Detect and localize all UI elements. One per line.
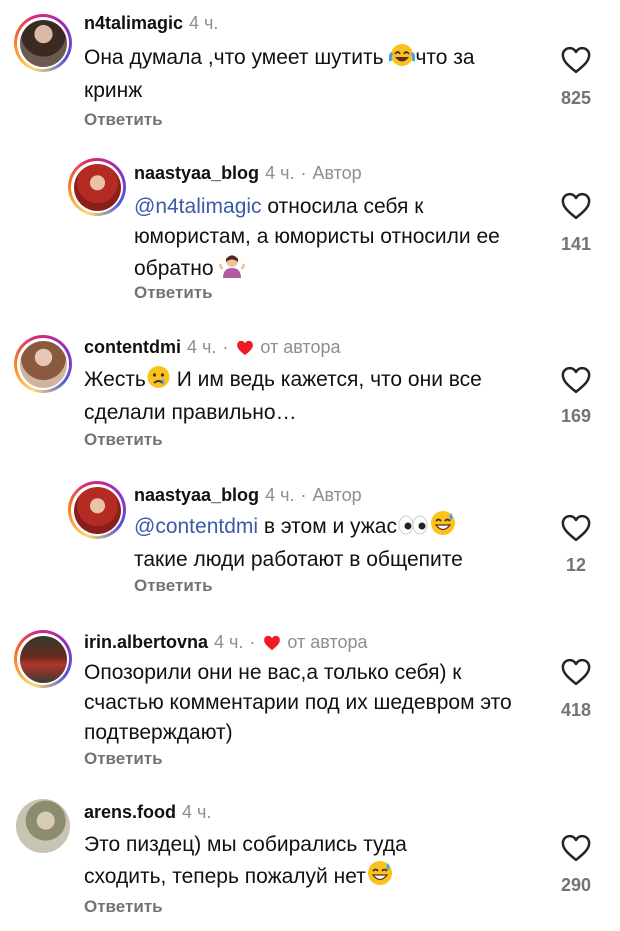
separator: ·	[249, 632, 256, 652]
timestamp: 4 ч.	[265, 163, 295, 183]
like-count: 825	[560, 88, 592, 108]
username[interactable]: naastyaa_blog	[134, 163, 259, 184]
username[interactable]: contentdmi	[84, 337, 181, 358]
heart-outline-icon[interactable]	[561, 46, 591, 74]
laughing-emoji-icon	[389, 43, 416, 76]
timestamp: 4 ч.	[189, 13, 219, 33]
comment-item: contentdmi 4 ч. · от автора Жесть И им в…	[0, 320, 620, 470]
comment-text: @n4talimagic относила себя к юмористам, …	[134, 192, 524, 287]
comment-body: в этом и ужас	[258, 515, 397, 538]
separator: ·	[300, 163, 307, 183]
comment-body: Она думала ,что умеет шутить	[84, 46, 384, 69]
reply-button[interactable]: Ответить	[134, 283, 213, 303]
comment-meta: arens.food 4 ч.	[84, 802, 211, 823]
mention-link[interactable]: @n4talimagic	[134, 195, 262, 218]
crying-face-emoji-icon	[146, 365, 171, 398]
avatar[interactable]	[14, 797, 72, 855]
username[interactable]: naastyaa_blog	[134, 485, 259, 506]
like-count: 418	[560, 700, 592, 720]
comment-text: Жесть И им ведь кажется, что они все сде…	[84, 365, 524, 428]
comment-text: Она думала ,что умеет шутить что за крин…	[84, 43, 524, 106]
comment-meta: naastyaa_blog 4 ч. · Автор	[134, 163, 362, 184]
timestamp: 4 ч.	[182, 802, 212, 822]
heart-outline-icon[interactable]	[561, 514, 591, 542]
comment-reply-item: naastyaa_blog 4 ч. · Автор @contentdmi в…	[0, 470, 620, 620]
liked-by-author-label: от автора	[260, 337, 341, 357]
timestamp: 4 ч.	[265, 485, 295, 505]
comment-text: Это пиздец) мы собирались туда сходить, …	[84, 830, 484, 895]
comment-reply-item: naastyaa_blog 4 ч. · Автор @n4talimagic …	[0, 150, 620, 320]
username[interactable]: n4talimagic	[84, 13, 183, 34]
heart-outline-icon[interactable]	[561, 834, 591, 862]
comment-item: arens.food 4 ч. Это пиздец) мы собиралис…	[0, 790, 620, 931]
reply-button[interactable]: Ответить	[84, 749, 163, 769]
comment-meta: n4talimagic 4 ч.	[84, 13, 218, 34]
comment-body-cont: такие люди работают в общепите	[134, 548, 463, 571]
avatar[interactable]	[14, 14, 72, 72]
liked-by-author-label: от автора	[287, 632, 368, 652]
like-count: 141	[560, 234, 592, 254]
comment-body-start: Жесть	[84, 368, 146, 391]
avatar[interactable]	[14, 335, 72, 393]
comment-item: n4talimagic 4 ч. Она думала ,что умеет ш…	[0, 0, 620, 150]
reply-button[interactable]: Ответить	[134, 576, 213, 596]
avatar[interactable]	[14, 630, 72, 688]
separator: ·	[300, 485, 307, 505]
mention-link[interactable]: @contentdmi	[134, 515, 258, 538]
author-label: Автор	[312, 485, 362, 505]
like-count: 169	[560, 406, 592, 426]
comment-body: Это пиздец) мы собирались туда сходить, …	[84, 833, 407, 888]
comment-text: @contentdmi в этом и ужас такие люди раб…	[134, 510, 534, 575]
comment-meta: irin.albertovna 4 ч. · от автора	[84, 632, 368, 653]
shrugging-woman-emoji-icon	[218, 252, 246, 287]
separator: ·	[222, 337, 229, 357]
heart-outline-icon[interactable]	[561, 658, 591, 686]
username[interactable]: arens.food	[84, 802, 176, 823]
reply-button[interactable]: Ответить	[84, 110, 163, 130]
comment-meta: contentdmi 4 ч. · от автора	[84, 337, 341, 358]
reply-button[interactable]: Ответить	[84, 897, 163, 917]
heart-filled-icon	[263, 634, 281, 652]
heart-outline-icon[interactable]	[561, 192, 591, 220]
grinning-sweat-emoji-icon	[366, 860, 394, 895]
comment-item: irin.albertovna 4 ч. · от автора Опозори…	[0, 620, 620, 790]
author-label: Автор	[312, 163, 362, 183]
comment-text: Опозорили они не вас,а только себя) к сч…	[84, 661, 512, 744]
comment-meta: naastyaa_blog 4 ч. · Автор	[134, 485, 362, 506]
avatar[interactable]	[68, 158, 126, 216]
grinning-sweat-emoji-icon	[429, 510, 457, 545]
eyes-emoji-icon	[397, 514, 429, 545]
timestamp: 4 ч.	[214, 632, 244, 652]
like-count: 12	[565, 555, 587, 575]
like-count: 290	[560, 875, 592, 895]
reply-button[interactable]: Ответить	[84, 430, 163, 450]
heart-outline-icon[interactable]	[561, 366, 591, 394]
heart-filled-icon	[236, 339, 254, 357]
timestamp: 4 ч.	[187, 337, 217, 357]
username[interactable]: irin.albertovna	[84, 632, 208, 653]
avatar[interactable]	[68, 481, 126, 539]
